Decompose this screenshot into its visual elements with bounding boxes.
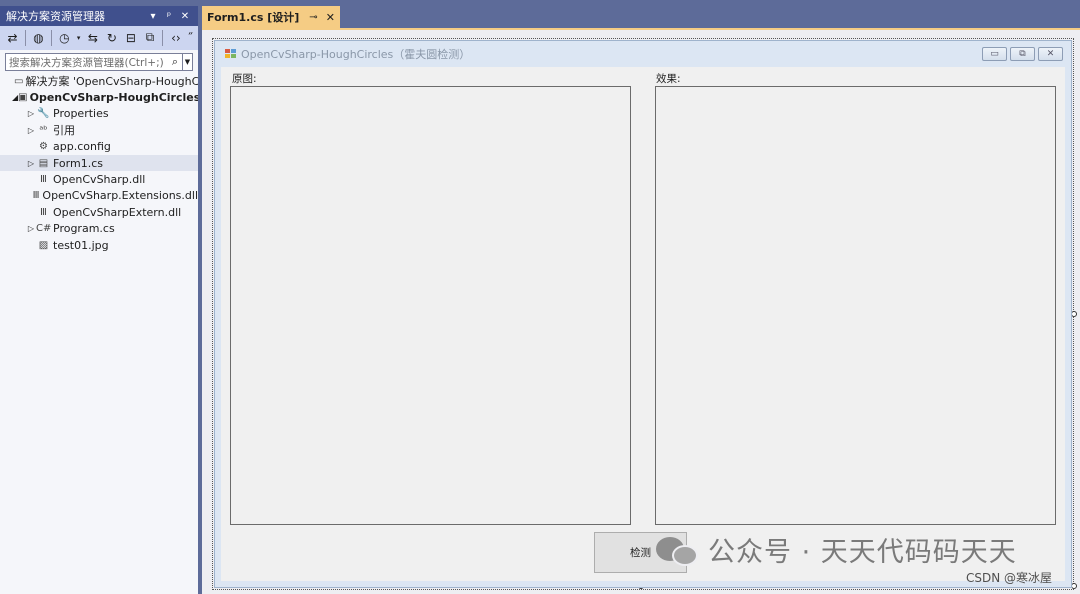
show-all-files-icon[interactable]: ⧉ — [141, 29, 158, 47]
form-titlebar: OpenCvSharp-HoughCircles（霍夫圆检测） — [215, 41, 1071, 67]
toolbar-separator — [50, 29, 52, 46]
form-window[interactable]: OpenCvSharp-HoughCircles（霍夫圆检测） ▭ ⧉ ✕ 原图… — [214, 40, 1072, 588]
solution-explorer-titlebar: 解决方案资源管理器 ▾ ᵖ ✕ — [0, 6, 198, 26]
expand-arrow-icon[interactable]: ▷ — [26, 159, 36, 168]
tree-item[interactable]: Ⅲ OpenCvSharpExtern.dll — [0, 204, 198, 220]
library-icon: Ⅲ — [40, 174, 47, 186]
collapse-all-icon[interactable]: ⊟ — [122, 29, 139, 47]
search-icon[interactable]: ⌕ — [168, 55, 182, 69]
library-icon: Ⅲ — [32, 190, 40, 202]
solution-explorer-panel: 解决方案资源管理器 ▾ ᵖ ✕ ⇄ ◍ ◷ ▾ ⇆ ↻ ⊟ ⧉ ‹› ˝ 搜索解… — [0, 6, 202, 594]
tree-item-label: OpenCvSharp.dll — [53, 173, 146, 187]
view-code-icon[interactable]: ‹› — [167, 29, 184, 47]
sync-with-active-document-icon[interactable]: ⇆ — [84, 29, 101, 47]
solution-icon: ▭ — [14, 75, 24, 87]
form-designer-surface: OpenCvSharp-HoughCircles（霍夫圆检测） ▭ ⧉ ✕ 原图… — [202, 28, 1080, 594]
label-effect-image[interactable]: 效果: — [656, 71, 681, 86]
pin-tab-icon[interactable]: ⊸ — [309, 12, 317, 23]
solution-search-box[interactable]: 搜索解决方案资源管理器(Ctrl+;) ⌕ ▼ — [5, 53, 193, 71]
expand-arrow-icon[interactable]: ▷ — [26, 224, 36, 233]
tree-item-label: OpenCvSharp.Extensions.dll — [42, 189, 198, 203]
switch-views-icon[interactable]: ⇄ — [4, 29, 21, 47]
close-panel-icon[interactable]: ✕ — [178, 11, 192, 22]
refresh-icon[interactable]: ↻ — [103, 29, 120, 47]
solution-tree: ▭解决方案 'OpenCvSharp-HoughCircles' (1 个项目◢… — [0, 73, 198, 253]
search-input[interactable]: 搜索解决方案资源管理器(Ctrl+;) — [6, 55, 168, 70]
tree-item[interactable]: Ⅲ OpenCvSharp.dll — [0, 171, 198, 187]
csharp-file-icon: C# — [36, 223, 52, 235]
auto-hide-pin-icon[interactable]: ᵖ — [162, 11, 176, 22]
minimize-icon[interactable]: ▭ — [982, 47, 1007, 61]
toolbar-overflow-icon[interactable]: ˝ — [186, 29, 194, 47]
image-file-icon: ▨ — [38, 239, 49, 251]
window-position-dropdown-icon[interactable]: ▾ — [146, 11, 160, 22]
toolbar-separator — [25, 29, 26, 46]
tree-item-label: app.config — [53, 140, 111, 154]
chevron-down-icon[interactable]: ▾ — [75, 29, 83, 47]
solution-explorer-toolbar: ⇄ ◍ ◷ ▾ ⇆ ↻ ⊟ ⧉ ‹› ˝ — [0, 26, 198, 50]
globe-icon[interactable]: ◍ — [30, 29, 47, 47]
form-window-buttons: ▭ ⧉ ✕ — [982, 47, 1063, 61]
picturebox-original[interactable] — [230, 86, 631, 525]
tree-item[interactable]: Ⅲ OpenCvSharp.Extensions.dll — [0, 188, 198, 204]
tree-item-label: 解决方案 'OpenCvSharp-HoughCircles' (1 个项目 — [25, 75, 198, 89]
pending-changes-filter-icon[interactable]: ◷ — [56, 29, 73, 47]
tree-item-label: Form1.cs — [53, 156, 103, 170]
tree-item[interactable]: ▷ C# Program.cs — [0, 221, 198, 237]
form-title: OpenCvSharp-HoughCircles（霍夫圆检测） — [241, 48, 471, 61]
watermark-text: 公众号 · 天天代码码天天 — [708, 537, 1017, 568]
tree-item[interactable]: ▷ 🔧 Properties — [0, 106, 198, 122]
csharp-project-icon: ▣ — [18, 92, 28, 104]
tree-item-label: test01.jpg — [53, 238, 109, 252]
picturebox-effect[interactable] — [655, 86, 1056, 525]
config-file-icon: ⚙ — [39, 141, 48, 153]
library-icon: Ⅲ — [40, 206, 47, 218]
solution-explorer-title: 解决方案资源管理器 — [6, 10, 105, 23]
tree-item[interactable]: ▷ ᵃᵇ 引用 — [0, 122, 198, 138]
wechat-logo-icon — [656, 533, 698, 567]
csdn-credit: CSDN @寒冰屋 — [966, 571, 1053, 585]
maximize-icon[interactable]: ⧉ — [1010, 47, 1035, 61]
search-options-dropdown-icon[interactable]: ▼ — [182, 54, 192, 70]
wechat-watermark: 公众号 · 天天代码码天天 — [656, 530, 1017, 569]
tab-form1-designer[interactable]: Form1.cs [设计] ⊸ ✕ — [202, 6, 340, 28]
document-tab-strip: Form1.cs [设计] ⊸ ✕ — [202, 6, 1080, 28]
label-original-image[interactable]: 原图: — [232, 71, 257, 86]
tree-item[interactable]: ⚙ app.config — [0, 139, 198, 155]
tree-item[interactable]: ▭解决方案 'OpenCvSharp-HoughCircles' (1 个项目 — [0, 73, 198, 89]
form-app-icon — [225, 49, 237, 59]
tree-item[interactable]: ◢ ▣ OpenCvSharp-HoughCircles ( — [0, 89, 198, 105]
toolbar-separator — [162, 29, 164, 46]
tree-item[interactable]: ▨ test01.jpg — [0, 237, 198, 253]
tree-item-label: OpenCvSharpExtern.dll — [53, 205, 182, 219]
tree-item-label: 引用 — [53, 124, 75, 138]
references-icon: ᵃᵇ — [39, 124, 48, 136]
expand-arrow-icon[interactable]: ▷ — [26, 126, 36, 135]
expand-arrow-icon[interactable]: ▷ — [26, 109, 36, 118]
form-file-icon: ▤ — [38, 157, 49, 169]
tree-item-label: Program.cs — [53, 222, 115, 236]
close-tab-icon[interactable]: ✕ — [326, 11, 335, 24]
tree-item[interactable]: ▷ ▤ Form1.cs — [0, 154, 198, 172]
close-icon[interactable]: ✕ — [1038, 47, 1063, 61]
form-client-area: 原图: 效果: 检测 — [221, 67, 1065, 581]
tree-item-label: Properties — [53, 107, 109, 121]
tree-item-label: OpenCvSharp-HoughCircles ( — [29, 91, 198, 105]
wrench-icon: 🔧 — [37, 108, 50, 120]
tab-label: Form1.cs [设计] — [207, 11, 300, 24]
